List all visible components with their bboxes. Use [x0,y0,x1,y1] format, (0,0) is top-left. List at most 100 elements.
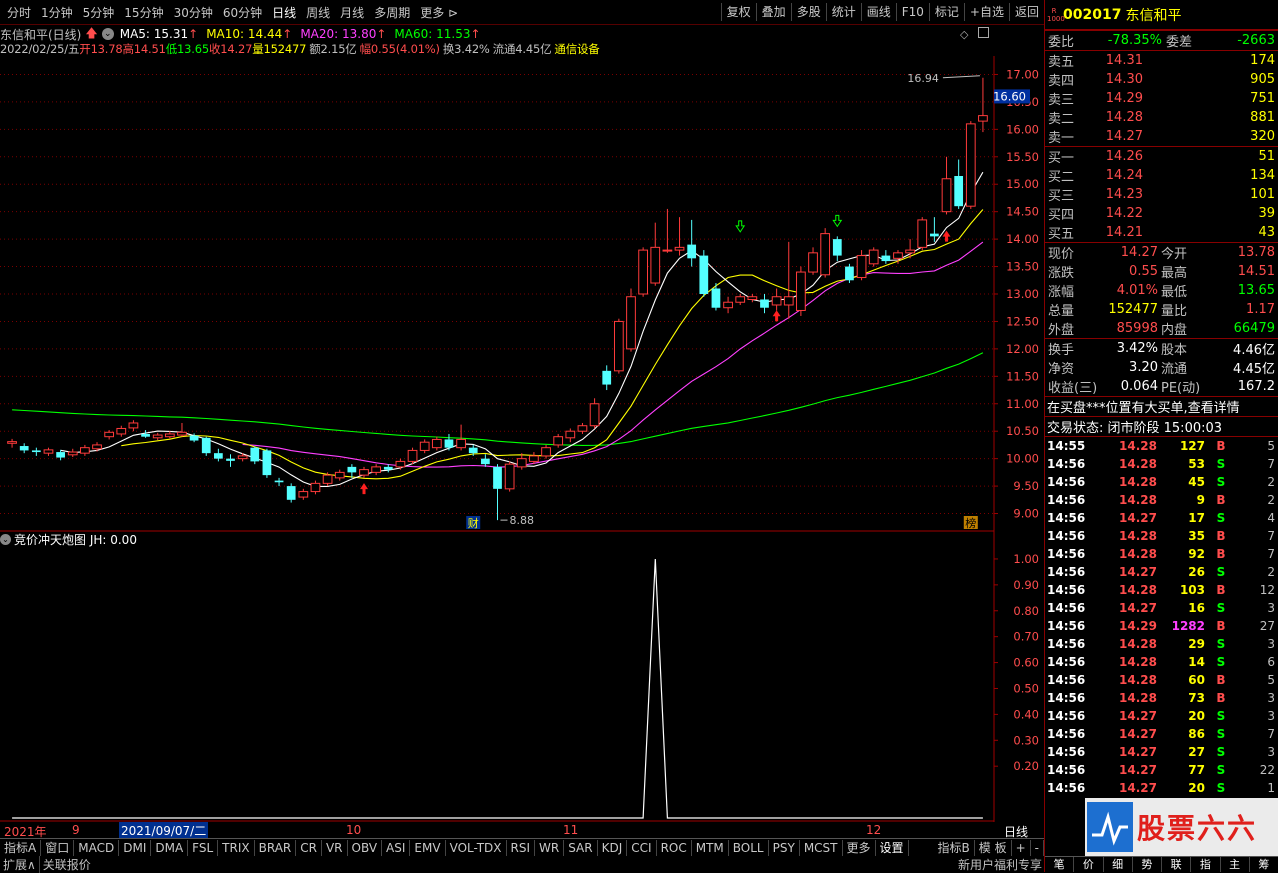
candle[interactable] [334,469,345,481]
candle[interactable] [19,443,29,454]
candle[interactable] [164,431,175,439]
indicator-tab-24[interactable]: 更多 [843,840,876,856]
candle[interactable] [286,483,296,503]
candle[interactable] [613,318,624,374]
bids-row-4[interactable]: 买五 14.21 43 [1045,223,1278,242]
bottombar-right-1[interactable]: 模 板 [975,840,1012,856]
candle[interactable] [347,464,357,478]
candle[interactable] [250,446,260,465]
candle[interactable] [128,420,139,432]
asks-row-4[interactable]: 卖一 14.27 320 [1045,127,1278,146]
candle[interactable] [735,294,746,305]
asks-row-2[interactable]: 卖三 14.29 751 [1045,89,1278,108]
candle[interactable] [541,444,551,459]
candle[interactable] [504,461,515,492]
panel-tab-6[interactable]: 主 [1221,857,1250,872]
candle[interactable] [431,436,442,451]
candle[interactable] [941,156,952,215]
candle[interactable] [965,121,976,209]
candle[interactable] [577,422,588,434]
candle[interactable] [92,442,102,452]
candle[interactable] [808,247,818,275]
candle[interactable] [56,449,65,461]
indicator-tab-8[interactable]: CR [296,840,322,856]
candle[interactable] [116,425,127,437]
panel-tab-1[interactable]: 价 [1074,857,1104,872]
indicator-tab-14[interactable]: RSI [507,840,536,856]
candle[interactable] [43,447,54,456]
candle[interactable] [626,288,636,352]
indicator-tab-5[interactable]: FSL [188,840,219,856]
indicator-tab-3[interactable]: DMI [119,840,152,856]
bids-row-0[interactable]: 买一 14.26 51 [1045,147,1278,166]
candle[interactable] [687,219,697,267]
candle[interactable] [80,444,90,456]
panel-tab-5[interactable]: 指 [1191,857,1221,872]
candle[interactable] [650,222,661,286]
candle[interactable] [7,438,17,448]
candle[interactable] [771,288,782,311]
bids-row-1[interactable]: 买二 14.24 134 [1045,166,1278,185]
candle[interactable] [674,217,685,256]
bottombar-right-0[interactable]: 指标B [934,840,975,856]
candle[interactable] [662,208,673,253]
indicator-tab-13[interactable]: VOL-TDX [446,840,507,856]
asks-row-0[interactable]: 卖五 14.31 174 [1045,51,1278,70]
indicator-tab-10[interactable]: OBV [348,840,383,856]
candle[interactable] [395,458,406,470]
indicator-tab-17[interactable]: KDJ [598,840,628,856]
indicator-tab-4[interactable]: DMA [151,840,189,856]
asks-row-1[interactable]: 卖四 14.30 905 [1045,70,1278,89]
candle[interactable] [917,217,928,251]
candle[interactable] [711,283,721,311]
big-order-notice[interactable]: 在买盘***位置有大买单,查看详情 [1045,396,1278,416]
candle[interactable] [444,433,454,451]
restore-icon[interactable] [978,27,989,38]
candle[interactable] [493,464,502,521]
indicator-tab-0[interactable]: 指标A [0,840,42,856]
candle[interactable] [796,266,806,316]
candle[interactable] [820,228,831,278]
panel-tab-0[interactable]: 笔 [1045,857,1075,872]
candle[interactable] [516,453,527,470]
indicator-tab-18[interactable]: CCI [627,840,657,856]
panel-tab-4[interactable]: 联 [1162,857,1192,872]
diamond-icon[interactable]: ◇ [960,28,968,41]
indicator-tab-25[interactable]: 设置 [876,840,909,856]
candle[interactable] [274,477,284,487]
candle[interactable] [226,454,235,467]
candle[interactable] [954,159,964,209]
candle[interactable] [152,432,163,440]
candle[interactable] [201,436,211,456]
indicator-tab-2[interactable]: MACD [74,840,120,856]
asks-row-3[interactable]: 卖二 14.28 881 [1045,108,1278,127]
panel-tab-3[interactable]: 势 [1133,857,1162,872]
candle[interactable] [760,294,769,314]
candle[interactable] [31,447,41,456]
candle[interactable] [856,250,867,281]
indicator-tab-21[interactable]: BOLL [729,840,769,856]
indicator-tab-12[interactable]: EMV [410,840,446,856]
candle[interactable] [845,263,854,284]
panel-tab-7[interactable]: 筹 [1250,857,1278,872]
expand-button[interactable]: 扩展∧ [0,856,40,873]
candle[interactable] [723,296,733,314]
candle[interactable] [832,236,842,262]
indicator-tab-19[interactable]: ROC [657,840,692,856]
candle[interactable] [602,365,612,391]
bottombar-right-3[interactable]: - [1031,840,1044,856]
candle[interactable] [783,241,794,319]
related-quotes-button[interactable]: 关联报价 [40,856,94,873]
candle[interactable] [371,464,382,476]
bids-row-3[interactable]: 买四 14.22 39 [1045,204,1278,223]
candle[interactable] [262,448,272,478]
candle[interactable] [456,424,466,451]
panel-tab-2[interactable]: 细 [1104,857,1133,872]
candle[interactable] [868,247,879,267]
indicator-tab-23[interactable]: MCST [800,840,843,856]
indicator-tab-15[interactable]: WR [535,840,565,856]
candle[interactable] [480,454,490,467]
indicator-tab-22[interactable]: PSY [769,840,800,856]
candle[interactable] [978,77,988,133]
chevron-down-icon[interactable]: ⌄ [0,533,11,545]
